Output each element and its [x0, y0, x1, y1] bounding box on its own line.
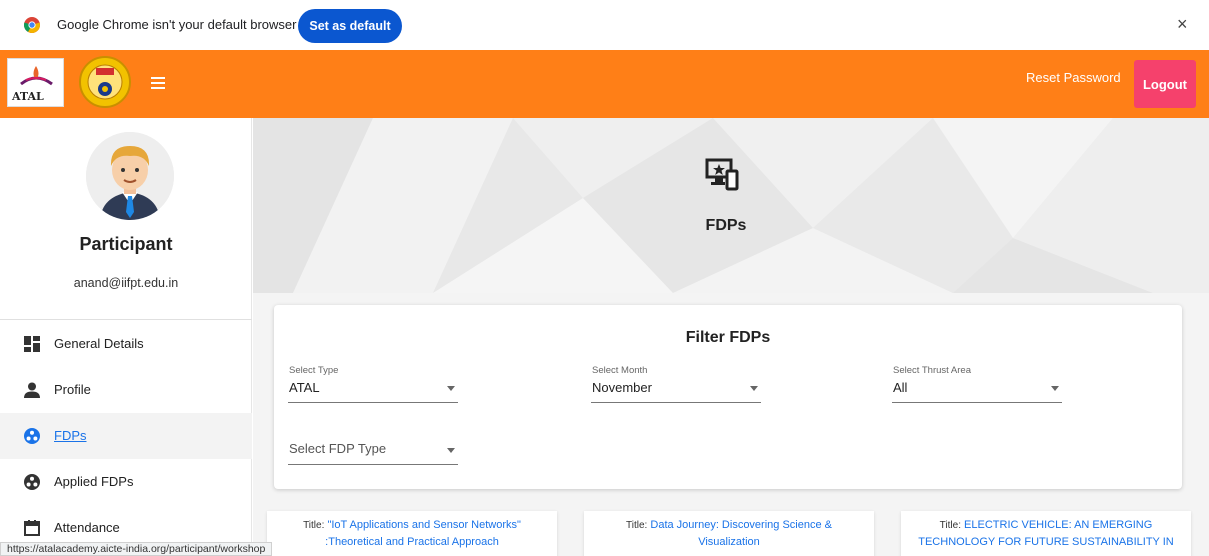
reset-password-link[interactable]: Reset Password — [1026, 70, 1121, 85]
atal-logo-text: ATAL — [12, 90, 44, 103]
select-type-value: ATAL — [289, 380, 320, 395]
chevron-down-icon — [1051, 386, 1059, 391]
app-header: ATAL Reset Password Logout — [0, 50, 1209, 118]
fdp-card[interactable]: Title: ELECTRIC VEHICLE: AN EMERGING TEC… — [901, 511, 1191, 556]
fdp-title-label: Title: — [303, 520, 325, 531]
user-avatar-illustration — [86, 132, 174, 220]
user-email: anand@iifpt.edu.in — [73, 276, 179, 290]
fdp-title-link-continued[interactable]: Visualization — [698, 536, 760, 548]
group-icon — [24, 428, 40, 444]
fdp-title-label: Title: — [626, 520, 648, 531]
logout-button[interactable]: Logout — [1134, 60, 1196, 108]
sidebar: Participant anand@iifpt.edu.in General D… — [0, 118, 252, 556]
fdp-title-label: Title: — [939, 520, 961, 531]
sidebar-item-label: FDPs — [54, 428, 87, 443]
select-month-dropdown[interactable]: Select Month November — [591, 365, 761, 403]
sidebar-item-label: Attendance — [54, 520, 120, 535]
geometric-background — [253, 118, 1209, 293]
default-browser-infobar: Google Chrome isn't your default browser… — [0, 0, 1209, 50]
main-content: FDPs Filter FDPs Select Type ATAL Select… — [253, 118, 1209, 556]
infobar-message: Google Chrome isn't your default browser — [57, 17, 297, 32]
sidebar-item-label: General Details — [54, 336, 144, 351]
select-thrust-area-dropdown[interactable]: Select Thrust Area All — [892, 365, 1062, 403]
sidebar-divider — [0, 319, 252, 320]
group-icon — [24, 474, 40, 490]
sidebar-item-general-details[interactable]: General Details — [0, 321, 252, 367]
fdp-title-link-continued[interactable]: TECHNOLOGY FOR FUTURE SUSTAINABILITY IN — [918, 536, 1173, 548]
menu-toggle-icon[interactable] — [151, 77, 165, 89]
chrome-icon — [24, 17, 40, 33]
set-as-default-button[interactable]: Set as default — [298, 9, 402, 43]
select-month-value: November — [592, 380, 652, 395]
atal-logo[interactable]: ATAL — [7, 58, 64, 107]
select-type-dropdown[interactable]: Select Type ATAL — [288, 365, 458, 403]
sidebar-item-label: Applied FDPs — [54, 474, 134, 489]
select-type-label: Select Type — [289, 365, 339, 376]
fdp-title-link[interactable]: "IoT Applications and Sensor Networks" — [327, 519, 520, 531]
fdp-card[interactable]: Title: Data Journey: Discovering Science… — [584, 511, 874, 556]
fdp-card[interactable]: Title: "IoT Applications and Sensor Netw… — [267, 511, 557, 556]
chevron-down-icon — [447, 448, 455, 453]
fdp-title-link[interactable]: Data Journey: Discovering Science & — [650, 519, 832, 531]
fdp-title-link[interactable]: ELECTRIC VEHICLE: AN EMERGING — [964, 519, 1152, 531]
select-fdp-type-dropdown[interactable]: Select FDP Type — [288, 427, 458, 465]
chevron-down-icon — [750, 386, 758, 391]
select-thrust-area-label: Select Thrust Area — [893, 365, 971, 376]
chevron-down-icon — [447, 386, 455, 391]
select-fdp-type-placeholder: Select FDP Type — [289, 441, 387, 456]
page-title: FDPs — [705, 217, 747, 234]
close-icon[interactable]: × — [1177, 14, 1188, 35]
devices-icon — [705, 158, 739, 191]
filter-title: Filter FDPs — [685, 329, 771, 346]
filter-card: Filter FDPs Select Type ATAL Select Mont… — [274, 305, 1182, 489]
select-month-label: Select Month — [592, 365, 648, 376]
fdp-title-link-continued[interactable]: :Theoretical and Practical Approach — [325, 536, 499, 548]
sidebar-item-profile[interactable]: Profile — [0, 367, 252, 413]
avatar — [86, 132, 174, 220]
sidebar-item-label: Profile — [54, 382, 91, 397]
select-thrust-area-value: All — [893, 380, 908, 395]
dashboard-icon — [24, 336, 40, 352]
atal-flame-icon — [20, 66, 53, 86]
user-role: Participant — [79, 234, 173, 254]
sidebar-item-fdps[interactable]: FDPs — [0, 413, 252, 459]
status-bar-url: https://atalacademy.aicte-india.org/part… — [0, 542, 273, 556]
calendar-icon — [24, 520, 40, 536]
aicte-seal-icon[interactable] — [79, 56, 131, 108]
person-icon — [24, 382, 40, 398]
sidebar-item-applied-fdps[interactable]: Applied FDPs — [0, 459, 252, 505]
